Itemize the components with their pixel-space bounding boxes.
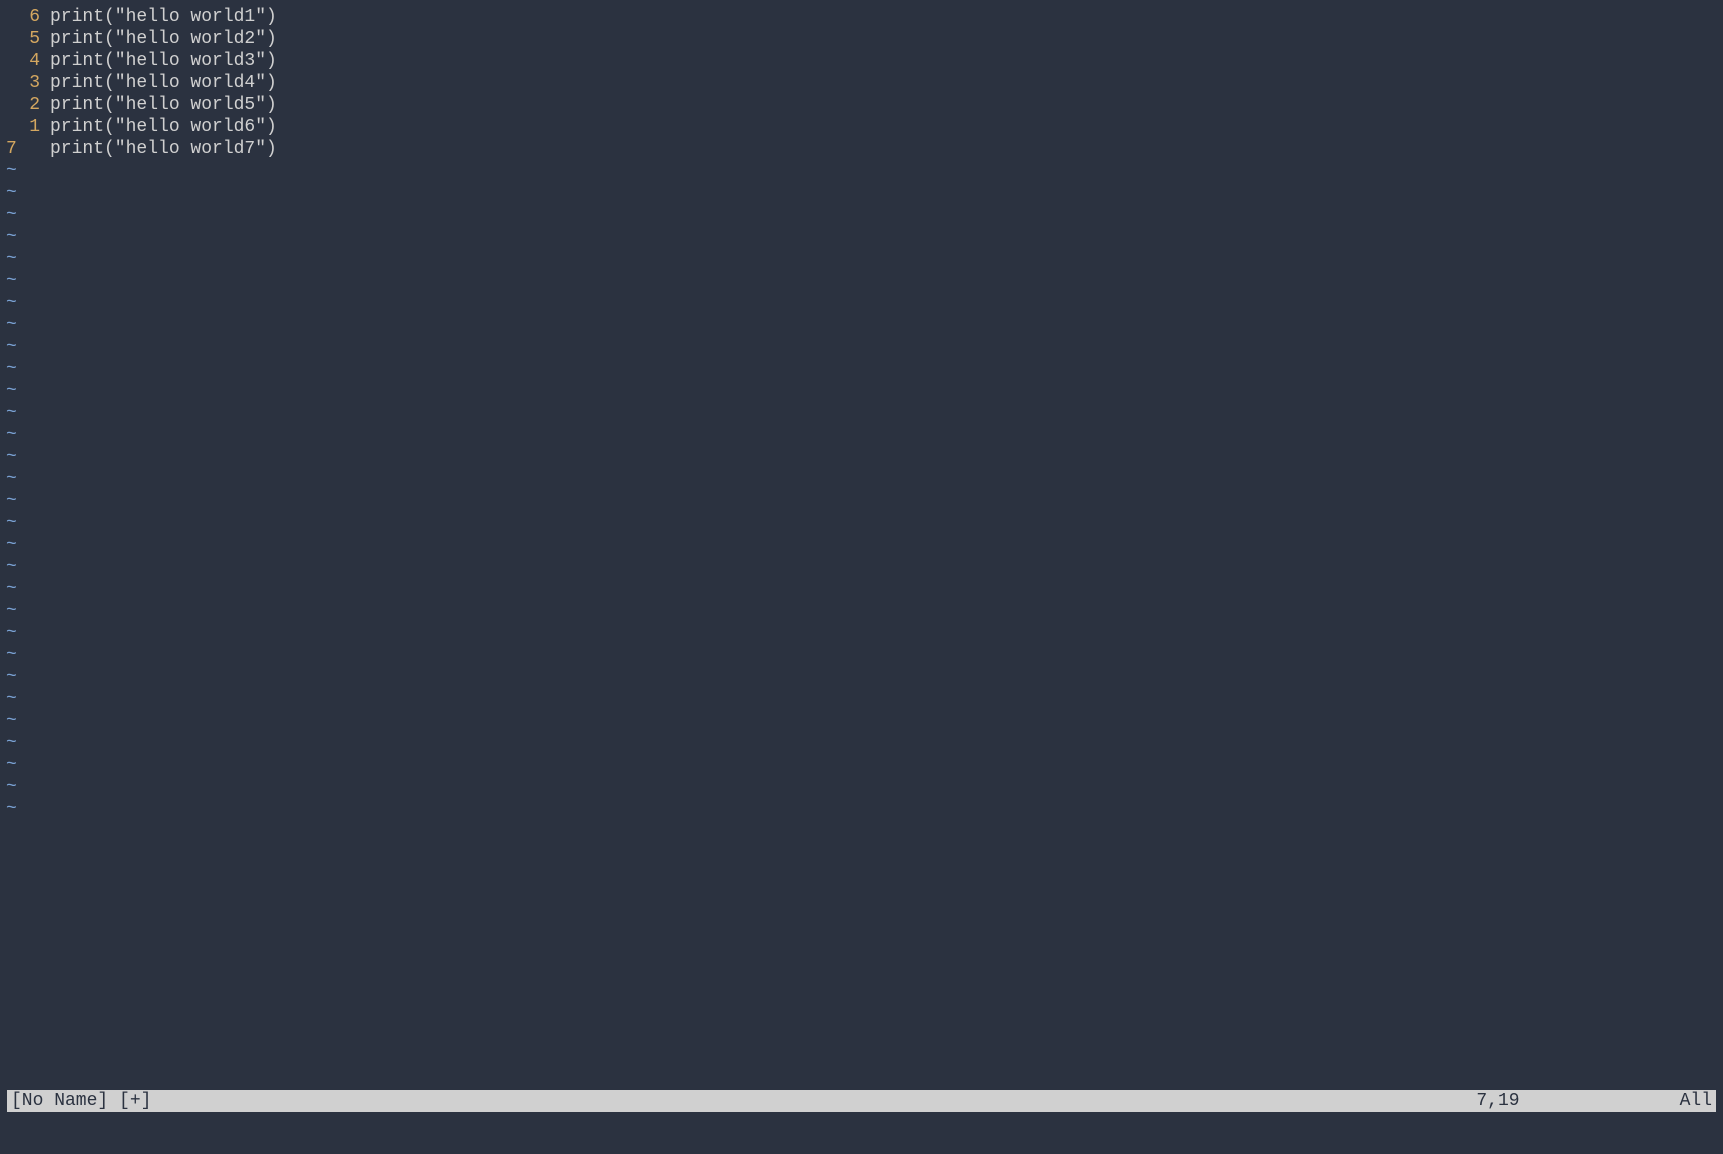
code-line[interactable]: 7print("hello world7") bbox=[0, 138, 1723, 160]
line-number: 4 bbox=[0, 50, 44, 72]
empty-line-tilde: ~ bbox=[0, 402, 1723, 424]
code-line[interactable]: 3print("hello world4") bbox=[0, 72, 1723, 94]
code-line[interactable]: 5print("hello world2") bbox=[0, 28, 1723, 50]
empty-line-tilde: ~ bbox=[0, 798, 1723, 820]
code-text: print("hello world4") bbox=[44, 72, 277, 94]
line-number: 1 bbox=[0, 116, 44, 138]
empty-line-tilde: ~ bbox=[0, 292, 1723, 314]
line-number: 6 bbox=[0, 6, 44, 28]
code-line[interactable]: 4print("hello world3") bbox=[0, 50, 1723, 72]
empty-line-tilde: ~ bbox=[0, 578, 1723, 600]
code-line[interactable]: 2print("hello world5") bbox=[0, 94, 1723, 116]
line-number: 2 bbox=[0, 94, 44, 116]
empty-line-tilde: ~ bbox=[0, 160, 1723, 182]
empty-line-tilde: ~ bbox=[0, 600, 1723, 622]
editor-area[interactable]: 6print("hello world1")5print("hello worl… bbox=[0, 6, 1723, 1154]
line-number: 3 bbox=[0, 72, 44, 94]
empty-line-tilde: ~ bbox=[0, 776, 1723, 798]
code-line[interactable]: 1print("hello world6") bbox=[0, 116, 1723, 138]
empty-line-tilde: ~ bbox=[0, 248, 1723, 270]
empty-line-tilde: ~ bbox=[0, 468, 1723, 490]
code-text: print("hello world6") bbox=[44, 116, 277, 138]
empty-line-tilde: ~ bbox=[0, 710, 1723, 732]
code-text: print("hello world2") bbox=[44, 28, 277, 50]
code-text: print("hello world1") bbox=[44, 6, 277, 28]
empty-line-tilde: ~ bbox=[0, 314, 1723, 336]
status-bar: [No Name] [+] 7,19 All bbox=[7, 1090, 1716, 1112]
code-text: print("hello world5") bbox=[44, 94, 277, 116]
empty-line-tilde: ~ bbox=[0, 182, 1723, 204]
empty-line-tilde: ~ bbox=[0, 556, 1723, 578]
empty-line-tilde: ~ bbox=[0, 622, 1723, 644]
empty-line-tilde: ~ bbox=[0, 204, 1723, 226]
empty-line-tilde: ~ bbox=[0, 446, 1723, 468]
code-text: print("hello world7") bbox=[44, 138, 277, 160]
empty-line-tilde: ~ bbox=[0, 534, 1723, 556]
empty-line-tilde: ~ bbox=[0, 644, 1723, 666]
empty-line-tilde: ~ bbox=[0, 380, 1723, 402]
empty-line-tilde: ~ bbox=[0, 666, 1723, 688]
empty-line-tilde: ~ bbox=[0, 688, 1723, 710]
code-text: print("hello world3") bbox=[44, 50, 277, 72]
empty-line-tilde: ~ bbox=[0, 424, 1723, 446]
empty-line-tilde: ~ bbox=[0, 270, 1723, 292]
empty-line-tilde: ~ bbox=[0, 226, 1723, 248]
line-number: 5 bbox=[0, 28, 44, 50]
code-line[interactable]: 6print("hello world1") bbox=[0, 6, 1723, 28]
empty-line-tilde: ~ bbox=[0, 490, 1723, 512]
empty-line-tilde: ~ bbox=[0, 358, 1723, 380]
status-filename: [No Name] [+] bbox=[7, 1090, 151, 1112]
empty-line-tilde: ~ bbox=[0, 754, 1723, 776]
empty-line-tilde: ~ bbox=[0, 512, 1723, 534]
status-position: 7,19 bbox=[1476, 1090, 1679, 1112]
line-number: 7 bbox=[0, 138, 44, 160]
empty-line-tilde: ~ bbox=[0, 732, 1723, 754]
status-scroll: All bbox=[1680, 1090, 1716, 1112]
empty-line-tilde: ~ bbox=[0, 336, 1723, 358]
